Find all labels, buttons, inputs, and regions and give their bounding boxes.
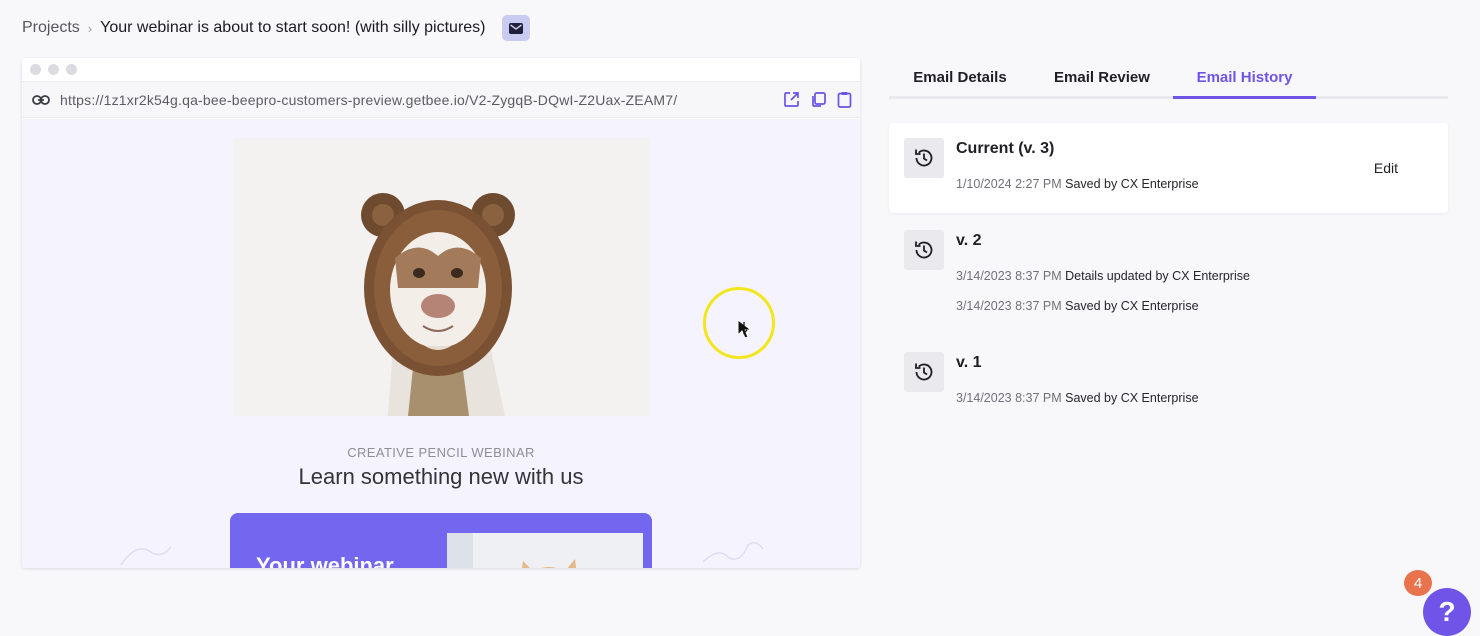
history-entry-time: 1/10/2024 2:27 PM xyxy=(956,177,1062,191)
window-title-bar xyxy=(22,58,860,82)
history-version-title: Current (v. 3) xyxy=(956,140,1055,157)
breadcrumb-current-title: Your webinar is about to start soon! (wi… xyxy=(100,19,486,36)
promo-cat-photo xyxy=(447,533,643,568)
history-version-2: v. 2 3/14/2023 8:37 PM Details updated b… xyxy=(889,215,1448,315)
history-icon xyxy=(904,138,944,178)
copy-icon[interactable] xyxy=(810,91,827,108)
mail-icon[interactable] xyxy=(501,15,530,41)
email-eyebrow-text: CREATIVE PENCIL WEBINAR xyxy=(347,445,535,460)
breadcrumb-separator: › xyxy=(87,20,93,36)
history-entry-time: 3/14/2023 8:37 PM xyxy=(956,299,1062,313)
window-dot-icon xyxy=(66,64,77,75)
preview-url-bar: https://1z1xr2k54g.qa-bee-beepro-custome… xyxy=(22,82,860,118)
history-icon xyxy=(904,230,944,270)
mouse-cursor-icon xyxy=(737,318,753,339)
doodle-decoration-icon xyxy=(702,542,764,563)
history-entry: 3/14/2023 8:37 PM Saved by CX Enterprise xyxy=(956,299,1199,313)
history-version-title: v. 2 xyxy=(956,232,982,249)
email-headline: Learn something new with us xyxy=(298,464,584,489)
preview-url-text[interactable]: https://1z1xr2k54g.qa-bee-beepro-custome… xyxy=(60,92,783,108)
history-icon xyxy=(904,352,944,392)
help-notification-badge: 4 xyxy=(1404,570,1432,596)
breadcrumb-projects-link[interactable]: Projects xyxy=(22,19,80,37)
help-button[interactable]: ? xyxy=(1423,588,1471,636)
webinar-promo-card: Your webinar xyxy=(230,513,652,568)
external-link-icon[interactable] xyxy=(783,91,800,108)
promo-heading: Your webinar xyxy=(256,553,394,568)
hero-image-dog-in-bear-hat xyxy=(233,138,650,416)
history-entry-time: 3/14/2023 8:37 PM xyxy=(956,391,1062,405)
breadcrumb: Projects › Your webinar is about to star… xyxy=(22,14,530,42)
link-icon xyxy=(32,94,50,105)
history-version-title: v. 1 xyxy=(956,354,982,371)
history-version-current: Current (v. 3) 1/10/2024 2:27 PM Saved b… xyxy=(889,123,1448,213)
history-entry: 3/14/2023 8:37 PM Details updated by CX … xyxy=(956,269,1250,283)
doodle-decoration-icon xyxy=(120,546,172,566)
tab-email-review[interactable]: Email Review xyxy=(1031,58,1173,99)
window-dot-icon xyxy=(30,64,41,75)
history-entry: 3/14/2023 8:37 PM Saved by CX Enterprise xyxy=(956,391,1199,405)
history-entry-text: Saved by CX Enterprise xyxy=(1065,391,1199,405)
history-entry-text: Saved by CX Enterprise xyxy=(1065,177,1199,191)
history-entry: 1/10/2024 2:27 PM Saved by CX Enterprise xyxy=(956,177,1199,191)
history-entry-time: 3/14/2023 8:37 PM xyxy=(956,269,1062,283)
history-entry-text: Details updated by CX Enterprise xyxy=(1065,269,1250,283)
clipboard-icon[interactable] xyxy=(837,91,852,108)
window-dot-icon xyxy=(48,64,59,75)
history-entry-text: Saved by CX Enterprise xyxy=(1065,299,1199,313)
edit-button[interactable]: Edit xyxy=(1374,160,1398,176)
history-version-1: v. 1 3/14/2023 8:37 PM Saved by CX Enter… xyxy=(889,337,1448,412)
email-panel-tabs: Email Details Email Review Email History xyxy=(889,58,1448,99)
tab-email-details[interactable]: Email Details xyxy=(889,58,1031,99)
tab-email-history[interactable]: Email History xyxy=(1173,58,1316,99)
